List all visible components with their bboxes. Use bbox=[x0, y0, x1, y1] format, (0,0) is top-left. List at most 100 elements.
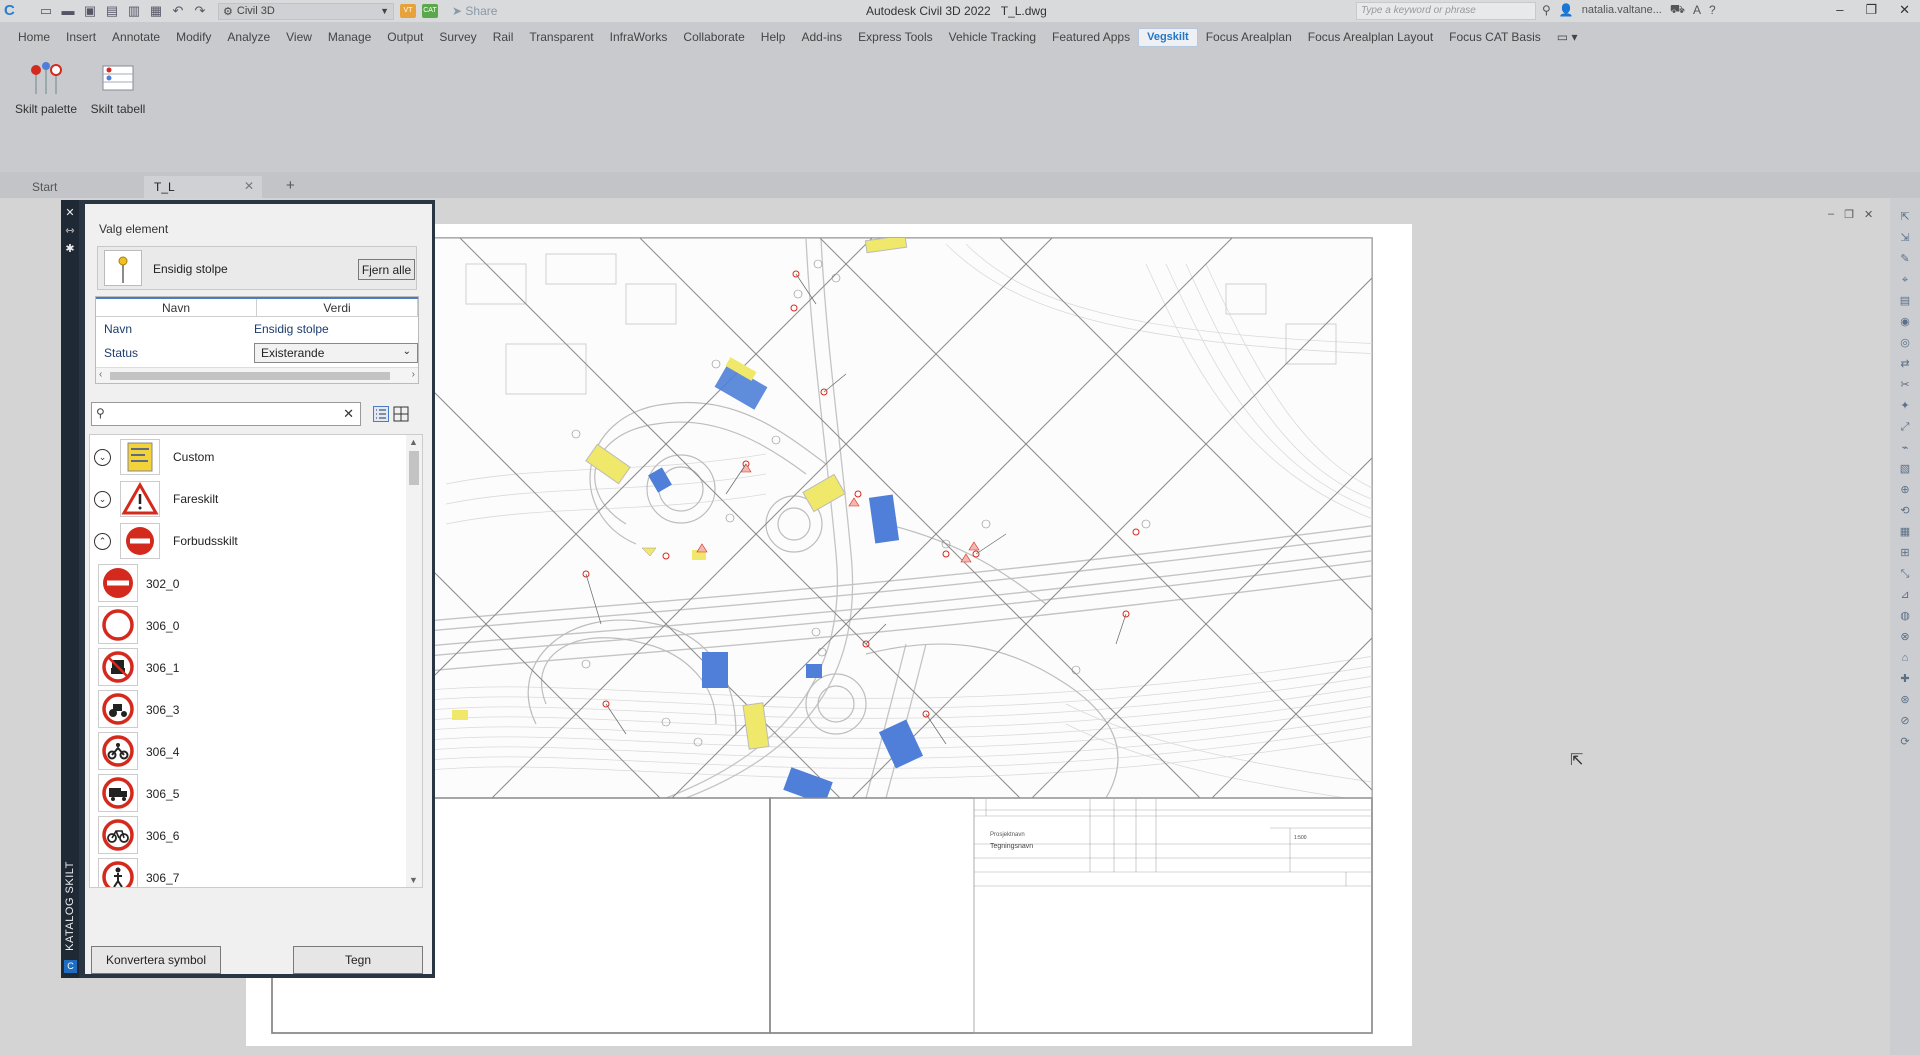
tab-focus-arealplan-layout[interactable]: Focus Arealplan Layout bbox=[1300, 28, 1441, 47]
tab-drawing-active[interactable]: T_L ✕ bbox=[144, 176, 262, 198]
collapse-icon[interactable]: ⌃ bbox=[94, 533, 111, 550]
tab-collaborate[interactable]: Collaborate bbox=[675, 28, 752, 47]
tab-infraworks[interactable]: InfraWorks bbox=[602, 28, 676, 47]
nav-tool-icon[interactable]: ⇱ bbox=[1898, 210, 1912, 224]
skilt-palette-button[interactable]: Skilt palette bbox=[10, 60, 82, 116]
list-view-icon[interactable] bbox=[373, 406, 389, 422]
cat-badge-icon[interactable]: CAT bbox=[422, 4, 438, 18]
tab-home[interactable]: Home bbox=[10, 28, 58, 47]
tool-badge-icon[interactable]: VT bbox=[400, 4, 416, 18]
new-tab-icon[interactable]: + bbox=[276, 176, 305, 198]
vertical-scrollbar[interactable]: ▲ ▼ bbox=[406, 435, 422, 887]
nav-tool-icon[interactable]: ✂ bbox=[1898, 378, 1912, 392]
user-name[interactable]: natalia.valtane... bbox=[1582, 4, 1662, 16]
minimize-icon[interactable]: – bbox=[1836, 2, 1843, 18]
tab-rail[interactable]: Rail bbox=[485, 28, 522, 47]
search-icon[interactable]: ⚲ bbox=[1542, 3, 1551, 17]
help-icon[interactable]: ? bbox=[1709, 3, 1716, 17]
civil3d-logo-icon[interactable]: C bbox=[4, 2, 32, 20]
tab-view[interactable]: View bbox=[278, 28, 320, 47]
print-icon[interactable]: ▦ bbox=[148, 4, 164, 18]
nav-tool-icon[interactable]: ✚ bbox=[1898, 672, 1912, 686]
nav-tool-icon[interactable]: ⇲ bbox=[1898, 231, 1912, 245]
tab-insert[interactable]: Insert bbox=[58, 28, 104, 47]
nav-tool-icon[interactable]: ⌂ bbox=[1898, 651, 1912, 665]
tab-transparent[interactable]: Transparent bbox=[521, 28, 601, 47]
nav-tool-icon[interactable]: ▤ bbox=[1898, 294, 1912, 308]
sign-item-306-1[interactable]: 306_1 bbox=[98, 647, 408, 689]
nav-tool-icon[interactable]: ▦ bbox=[1898, 525, 1912, 539]
autodesk-icon[interactable]: A bbox=[1693, 3, 1701, 17]
tab-annotate[interactable]: Annotate bbox=[104, 28, 168, 47]
column-value[interactable]: Verdi bbox=[257, 299, 418, 316]
group-custom[interactable]: ⌄ Custom bbox=[90, 437, 406, 477]
clear-search-icon[interactable]: ✕ bbox=[343, 406, 354, 422]
tab-manage[interactable]: Manage bbox=[320, 28, 379, 47]
group-fareskilt[interactable]: ⌄ Fareskilt bbox=[90, 479, 406, 519]
expand-icon[interactable]: ⌄ bbox=[94, 449, 111, 466]
nav-tool-icon[interactable]: ✎ bbox=[1898, 252, 1912, 266]
open-file-icon[interactable]: ▬ bbox=[60, 4, 76, 18]
sign-item-306-4[interactable]: 306_4 bbox=[98, 731, 408, 773]
nav-tool-icon[interactable]: ◍ bbox=[1898, 609, 1912, 623]
nav-tool-icon[interactable]: ⤢ bbox=[1898, 420, 1912, 434]
group-forbudsskilt[interactable]: ⌃ Forbudsskilt bbox=[90, 521, 406, 561]
status-dropdown[interactable]: Existerande ⌄ bbox=[254, 343, 418, 363]
tab-vegskilt[interactable]: Vegskilt bbox=[1138, 27, 1198, 47]
sign-item-306-6[interactable]: 306_6 bbox=[98, 815, 408, 857]
draw-button[interactable]: Tegn bbox=[293, 946, 423, 974]
scroll-up-icon[interactable]: ▲ bbox=[409, 437, 418, 447]
column-name[interactable]: Navn bbox=[96, 299, 257, 316]
tab-vehicle-tracking[interactable]: Vehicle Tracking bbox=[941, 28, 1044, 47]
tab-featured-apps[interactable]: Featured Apps bbox=[1044, 28, 1138, 47]
tab-output[interactable]: Output bbox=[379, 28, 431, 47]
publish-icon[interactable]: ▥ bbox=[126, 4, 142, 18]
undo-icon[interactable]: ↶ bbox=[170, 4, 186, 18]
ribbon-overflow-icon[interactable]: ▭ ▾ bbox=[1549, 28, 1586, 47]
nav-tool-icon[interactable]: ⟲ bbox=[1898, 504, 1912, 518]
user-icon[interactable]: 👤 bbox=[1559, 3, 1574, 17]
scroll-right-icon[interactable]: › bbox=[412, 369, 415, 380]
tab-add-ins[interactable]: Add-ins bbox=[793, 28, 850, 47]
sign-item-306-7[interactable]: 306_7 bbox=[98, 857, 408, 887]
nav-tool-icon[interactable]: ⇄ bbox=[1898, 357, 1912, 371]
palette-properties-icon[interactable]: ✱ bbox=[61, 240, 79, 258]
share-button[interactable]: ➤ Share bbox=[452, 4, 497, 18]
nav-tool-icon[interactable]: ⊛ bbox=[1898, 693, 1912, 707]
nav-tool-icon[interactable]: ⊞ bbox=[1898, 546, 1912, 560]
nav-tool-icon[interactable]: ◉ bbox=[1898, 315, 1912, 329]
new-file-icon[interactable]: ▭ bbox=[38, 4, 54, 18]
nav-tool-icon[interactable]: ◎ bbox=[1898, 336, 1912, 350]
sign-item-306-0[interactable]: 306_0 bbox=[98, 605, 408, 647]
tab-analyze[interactable]: Analyze bbox=[219, 28, 278, 47]
search-input[interactable] bbox=[114, 405, 324, 423]
nav-tool-icon[interactable]: ✦ bbox=[1898, 399, 1912, 413]
expand-icon[interactable]: ⌄ bbox=[94, 491, 111, 508]
viewport-restore-icon[interactable]: ❐ bbox=[1844, 208, 1854, 221]
nav-tool-icon[interactable]: ⟳ bbox=[1898, 735, 1912, 749]
close-icon[interactable]: ✕ bbox=[1899, 2, 1910, 18]
convert-symbol-button[interactable]: Konvertera symbol bbox=[91, 946, 221, 974]
scroll-thumb[interactable] bbox=[409, 451, 419, 485]
palette-close-icon[interactable]: ✕ bbox=[61, 204, 79, 222]
nav-tool-icon[interactable]: ⊕ bbox=[1898, 483, 1912, 497]
nav-tool-icon[interactable]: ▧ bbox=[1898, 462, 1912, 476]
palette-title-strip[interactable]: ✕ ⇿ ✱ KATALOG SKILT C bbox=[61, 200, 79, 978]
restore-icon[interactable]: ❐ bbox=[1865, 2, 1877, 18]
nav-tool-icon[interactable]: ⊗ bbox=[1898, 630, 1912, 644]
sign-item-302-0[interactable]: 302_0 bbox=[98, 563, 408, 605]
nav-tool-icon[interactable]: ⌁ bbox=[1898, 441, 1912, 455]
sign-item-306-3[interactable]: 306_3 bbox=[98, 689, 408, 731]
remove-all-button[interactable]: Fjern alle bbox=[358, 259, 415, 280]
viewport-minimize-icon[interactable]: – bbox=[1828, 208, 1834, 221]
tab-survey[interactable]: Survey bbox=[431, 28, 484, 47]
workspace-dropdown[interactable]: ⚙ Civil 3D ▼ bbox=[218, 2, 394, 20]
cart-icon[interactable]: ⛟ bbox=[1670, 2, 1685, 18]
sign-item-306-5[interactable]: 306_5 bbox=[98, 773, 408, 815]
save-as-icon[interactable]: ▤ bbox=[104, 4, 120, 18]
horizontal-scrollbar[interactable]: ‹ › bbox=[96, 367, 418, 383]
scroll-left-icon[interactable]: ‹ bbox=[99, 369, 102, 380]
tab-help[interactable]: Help bbox=[753, 28, 794, 47]
scroll-thumb[interactable] bbox=[110, 372, 390, 380]
nav-tool-icon[interactable]: ⌖ bbox=[1898, 273, 1912, 287]
